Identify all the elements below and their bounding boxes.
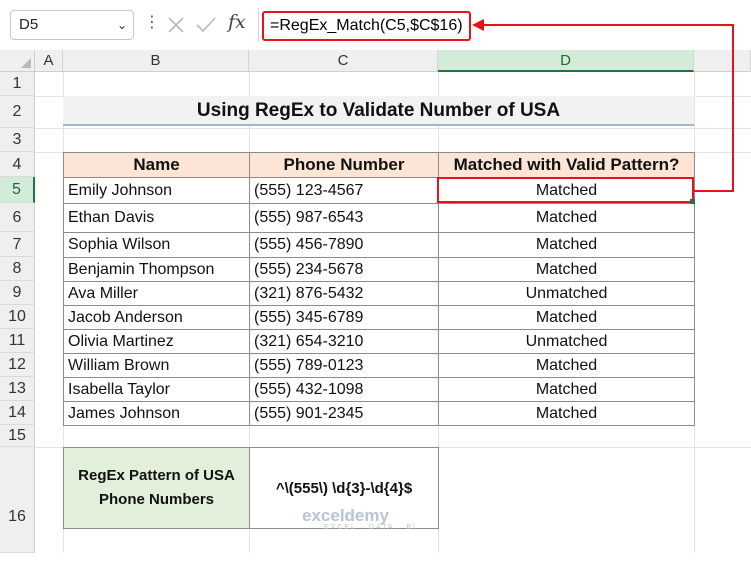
watermark-name: exceldemy: [302, 506, 389, 525]
arrow-head-icon: [472, 19, 484, 31]
watermark-tagline: EXCEL · DATA · BI: [324, 524, 417, 531]
watermark-logo: exceldemy EXCEL · DATA · BI: [302, 506, 417, 531]
arrow-line: [480, 24, 734, 192]
annotation-arrow: [472, 19, 734, 192]
